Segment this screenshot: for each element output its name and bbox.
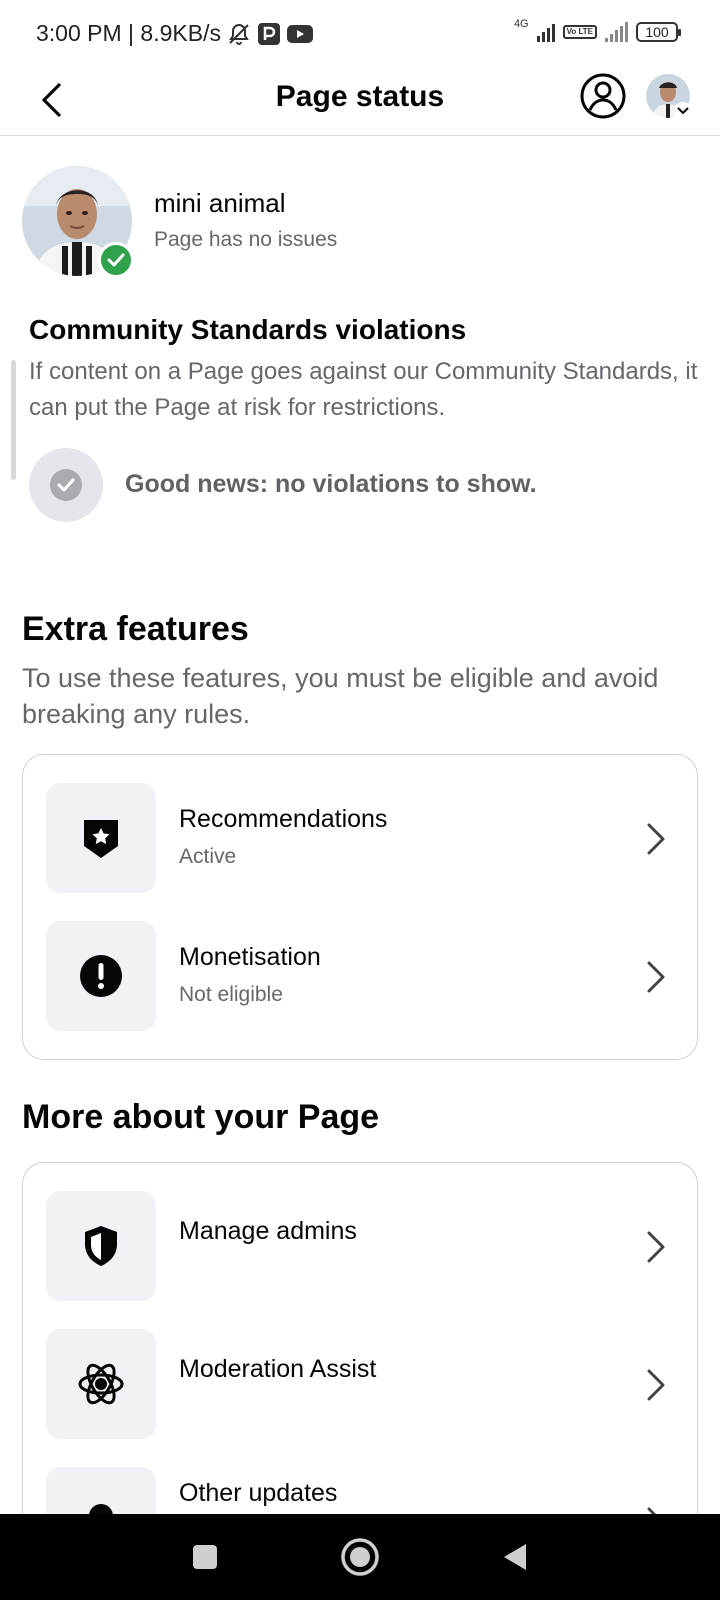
shield-icon (46, 1191, 156, 1301)
mute-bell-icon (227, 22, 251, 46)
check-circle-icon (29, 448, 103, 522)
parking-app-icon (257, 22, 281, 46)
feature-row-recommendations[interactable]: Recommendations Active (23, 783, 697, 893)
triangle-back-icon (504, 1544, 526, 1570)
more-row-moderation-assist[interactable]: Moderation Assist (23, 1329, 697, 1439)
home-button[interactable] (337, 1534, 383, 1580)
no-violations-text: Good news: no violations to show. (125, 470, 537, 498)
system-nav-bar (0, 1514, 720, 1600)
recents-button[interactable] (182, 1534, 228, 1580)
feature-status: Active (179, 845, 237, 868)
extra-features-card: Recommendations Active Monetisation Not … (22, 754, 698, 1060)
no-violations-row: Good news: no violations to show. (29, 448, 699, 522)
signal-1-icon (536, 22, 555, 42)
time-speed: 3:00 PM | 8.9KB/s (36, 20, 221, 46)
more-about-card: Manage admins Moderation Assist Other up… (22, 1162, 698, 1577)
chevron-right-icon (641, 957, 671, 997)
chevron-right-icon (641, 1227, 671, 1267)
feature-label: Recommendations (179, 805, 388, 833)
more-label: Moderation Assist (179, 1355, 377, 1383)
back-nav-button[interactable] (492, 1534, 538, 1580)
chevron-down-icon (674, 102, 692, 120)
shield-star-icon (46, 783, 156, 893)
page-status-text: Page has no issues (154, 228, 338, 251)
atom-gear-icon (46, 1329, 156, 1439)
volte-icon: Vo LTE (562, 25, 597, 39)
community-standards-description: If content on a Page goes against our Co… (29, 358, 698, 421)
youtube-icon (286, 24, 313, 44)
signal-2-icon (605, 22, 628, 42)
more-about-title: More about your Page (22, 1098, 380, 1136)
exclamation-icon (46, 921, 156, 1031)
more-label: Manage admins (179, 1217, 357, 1245)
status-left: 3:00 PM | 8.9KB/s (36, 20, 313, 47)
feature-label: Monetisation (179, 943, 321, 971)
status-right: 4G Vo LTE 100 (514, 18, 681, 42)
status-bar: 3:00 PM | 8.9KB/s 4G Vo LTE 100 (0, 0, 720, 70)
feature-status: Not eligible (179, 983, 283, 1006)
scroll-indicator (11, 360, 16, 480)
page-info: mini animal Page has no issues (22, 166, 702, 278)
more-label: Other updates (179, 1479, 338, 1507)
extra-features-description: To use these features, you must be eligi… (22, 663, 659, 729)
home-circle-icon (341, 1538, 379, 1576)
extra-features-title: Extra features (22, 610, 249, 648)
feature-row-monetisation[interactable]: Monetisation Not eligible (23, 921, 697, 1031)
app-header: Page status (0, 70, 720, 136)
chevron-right-icon (641, 819, 671, 859)
profile-button[interactable] (580, 73, 626, 119)
more-row-manage-admins[interactable]: Manage admins (23, 1191, 697, 1301)
account-switcher[interactable] (646, 74, 692, 120)
community-standards-title: Community Standards violations (29, 314, 467, 345)
square-icon (193, 1545, 217, 1569)
network-type: 4G (513, 18, 529, 30)
page-name: mini animal (154, 188, 286, 218)
chevron-right-icon (641, 1365, 671, 1405)
user-circle-icon (580, 73, 626, 119)
verified-check-icon (98, 242, 134, 278)
battery-icon: 100 (636, 22, 681, 42)
